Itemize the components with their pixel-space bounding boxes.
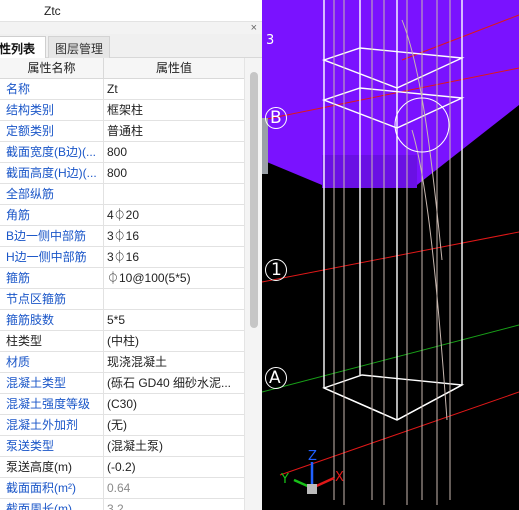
table-row[interactable]: 材质 现浇混凝土 [0, 352, 244, 373]
scene-drawing [262, 0, 519, 505]
property-value[interactable]: (-0.2) [104, 457, 244, 477]
property-name: 结构类别 [0, 100, 104, 120]
tab-property-list[interactable]: 性列表 [0, 36, 46, 58]
property-value[interactable]: 现浇混凝土 [104, 352, 244, 372]
property-value[interactable] [104, 289, 244, 309]
viewport-splitter[interactable] [262, 118, 268, 174]
property-value[interactable]: 框架柱 [104, 100, 244, 120]
property-name: 全部纵筋 [0, 184, 104, 204]
table-row[interactable]: 节点区箍筋 [0, 289, 244, 310]
3d-viewport[interactable]: B 1 A 3 X Y Z [262, 0, 519, 510]
property-name: 泵送高度(m) [0, 457, 104, 477]
property-value[interactable]: 800 [104, 163, 244, 183]
header-value: 属性值 [155, 61, 192, 75]
vertical-scrollbar[interactable] [244, 58, 262, 510]
property-name: 泵送类型 [0, 436, 104, 456]
grid-line-1 [262, 231, 519, 283]
property-value[interactable]: 4⏀20 [104, 205, 244, 225]
axis-label-1: 1 [271, 260, 282, 280]
axis-label-top: 3 [266, 33, 275, 48]
table-row[interactable]: 混凝土外加剂 (无) [0, 415, 244, 436]
property-name: 角筋 [0, 205, 104, 225]
property-name: 箍筋肢数 [0, 310, 104, 330]
slab-lower [322, 155, 417, 188]
property-name: H边一侧中部筋 [0, 247, 104, 267]
table-row[interactable]: 名称 Zt [0, 79, 244, 100]
property-value[interactable]: 3⏀16 [104, 247, 244, 267]
panel-title-bar: Ztc [0, 0, 262, 22]
close-icon[interactable]: × [251, 22, 257, 34]
panel-title: Ztc [44, 4, 61, 18]
property-name: 混凝土类型 [0, 373, 104, 393]
property-name: 材质 [0, 352, 104, 372]
table-row[interactable]: H边一侧中部筋 3⏀16 [0, 247, 244, 268]
property-value[interactable]: 5*5 [104, 310, 244, 330]
table-row[interactable]: 泵送高度(m) (-0.2) [0, 457, 244, 478]
property-value[interactable]: ⏀10@100(5*5) [104, 268, 244, 288]
property-value[interactable]: 800 [104, 142, 244, 162]
property-name: 定额类别 [0, 121, 104, 141]
property-table: 属性名称 属性值 名称 Zt 结构类别 框架柱 定额类别 普通柱 截面宽度(B边)(... 8… [0, 58, 244, 510]
property-name: 混凝土外加剂 [0, 415, 104, 435]
property-value[interactable]: (无) [104, 415, 244, 435]
property-name: 截面宽度(B边)(... [0, 142, 104, 162]
property-name: 箍筋 [0, 268, 104, 288]
property-name: 截面高度(H边)(... [0, 163, 104, 183]
property-name: 混凝土强度等级 [0, 394, 104, 414]
table-row[interactable]: 全部纵筋 [0, 184, 244, 205]
scrollbar-thumb[interactable] [250, 72, 258, 328]
header-name: 属性名称 [0, 58, 104, 79]
property-panel: Ztc × 性列表 图层管理 属性名称 属性值 名称 Zt 结构类别 框架柱 定额类别普… [0, 0, 262, 510]
grid-line-a [262, 324, 519, 393]
table-row[interactable]: 截面高度(H边)(... 800 [0, 163, 244, 184]
table-row[interactable]: 定额类别 普通柱 [0, 121, 244, 142]
axis-label-a: A [269, 368, 281, 388]
property-name: 节点区箍筋 [0, 289, 104, 309]
table-row[interactable]: B边一侧中部筋 3⏀16 [0, 226, 244, 247]
panel-close-strip: × [0, 22, 262, 34]
property-value[interactable]: 0.64 [104, 478, 244, 498]
table-row[interactable]: 截面周长(m) 3.2 [0, 499, 244, 510]
table-row[interactable]: 截面面积(m²) 0.64 [0, 478, 244, 499]
property-name: 截面周长(m) [0, 499, 104, 510]
property-value[interactable]: (中柱) [104, 331, 244, 351]
property-value[interactable]: Zt [104, 79, 244, 99]
table-row[interactable]: 角筋 4⏀20 [0, 205, 244, 226]
table-row[interactable]: 柱类型 (中柱) [0, 331, 244, 352]
table-row[interactable]: 混凝土类型 (砾石 GD40 细砂水泥... [0, 373, 244, 394]
property-name: 截面面积(m²) [0, 478, 104, 498]
property-name: B边一侧中部筋 [0, 226, 104, 246]
property-value[interactable]: 3.2 [104, 499, 244, 510]
property-value[interactable]: (C30) [104, 394, 244, 414]
property-value[interactable]: 3⏀16 [104, 226, 244, 246]
property-name: 柱类型 [0, 331, 104, 351]
tab-layer-management[interactable]: 图层管理 [48, 36, 110, 58]
axis-label-b: B [270, 108, 282, 128]
table-row[interactable]: 箍筋 ⏀10@100(5*5) [0, 268, 244, 289]
table-row[interactable]: 混凝土强度等级 (C30) [0, 394, 244, 415]
property-value[interactable]: 普通柱 [104, 121, 244, 141]
triad-z-label: Z [308, 449, 317, 464]
property-value[interactable]: (混凝土泵) [104, 436, 244, 456]
triad-y-label: Y [281, 472, 289, 487]
property-name: 名称 [0, 79, 104, 99]
triad-x-label: X [335, 470, 344, 485]
table-row[interactable]: 箍筋肢数 5*5 [0, 310, 244, 331]
panel-tabs: 性列表 图层管理 [0, 34, 262, 58]
property-value[interactable]: (砾石 GD40 细砂水泥... [104, 373, 244, 393]
table-row[interactable]: 截面宽度(B边)(... 800 [0, 142, 244, 163]
table-header: 属性名称 属性值 [0, 58, 244, 79]
table-row[interactable]: 泵送类型 (混凝土泵) [0, 436, 244, 457]
table-row[interactable]: 结构类别 框架柱 [0, 100, 244, 121]
property-value[interactable] [104, 184, 244, 204]
axis-triad [293, 462, 335, 494]
